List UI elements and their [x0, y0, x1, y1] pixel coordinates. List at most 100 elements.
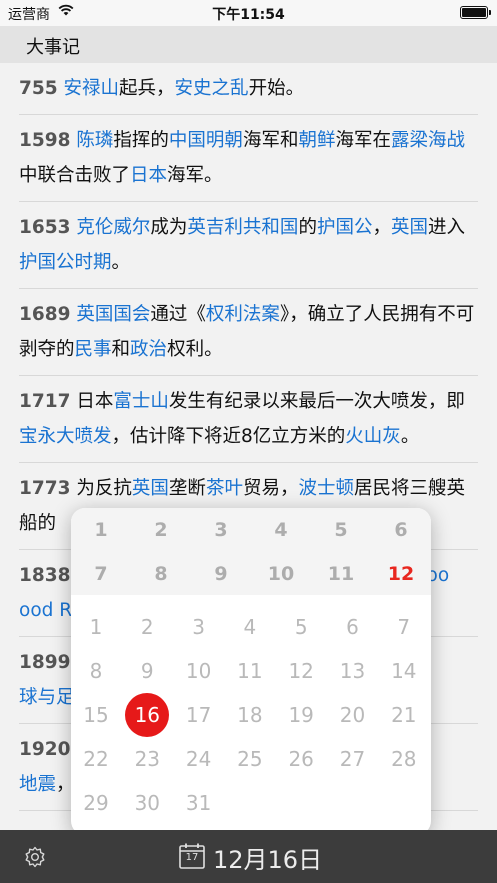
day-cell[interactable]: 21: [382, 693, 426, 737]
event-text: 发生有纪录以来最后一次大喷发，即: [168, 391, 465, 412]
day-cell[interactable]: 6: [331, 605, 375, 649]
calendar-icon[interactable]: 17: [178, 842, 206, 870]
event-year: 755: [19, 78, 58, 99]
event-link[interactable]: 民事: [75, 339, 112, 360]
month-cell[interactable]: 8: [131, 554, 191, 594]
month-cell[interactable]: 4: [251, 510, 311, 550]
event-link[interactable]: 护国公: [317, 217, 373, 238]
day-cell[interactable]: 28: [382, 737, 426, 781]
day-cell[interactable]: 5: [279, 605, 323, 649]
bottom-toolbar: 17 12月16日: [0, 830, 497, 883]
event-item[interactable]: 1653 克伦威尔成为英吉利共和国的护国公，英国进入护国公时期。: [19, 202, 478, 289]
event-item[interactable]: 755 安禄山起兵，安史之乱开始。: [19, 63, 478, 115]
event-item[interactable]: 1689 英国国会通过《权利法案》，确立了人民拥有不可剥夺的民事和政治权利。: [19, 289, 478, 376]
day-cell[interactable]: 25: [228, 737, 272, 781]
day-cell[interactable]: 12: [279, 649, 323, 693]
month-cell[interactable]: 1: [71, 510, 131, 550]
event-text: 起兵，: [119, 78, 175, 99]
event-link[interactable]: 地震: [19, 774, 56, 795]
event-link[interactable]: 英国: [391, 217, 428, 238]
day-cell[interactable]: 1: [74, 605, 118, 649]
event-year: 1920: [19, 739, 71, 760]
day-cell[interactable]: 18: [228, 693, 272, 737]
day-cell[interactable]: 7: [382, 605, 426, 649]
day-cell[interactable]: 13: [331, 649, 375, 693]
day-cell[interactable]: 10: [177, 649, 221, 693]
day-cell[interactable]: 11: [228, 649, 272, 693]
day-cell[interactable]: 16: [125, 693, 170, 737]
event-text: 海军和: [242, 130, 299, 151]
month-cell[interactable]: 7: [71, 554, 131, 594]
event-link[interactable]: 权利法案: [206, 304, 280, 325]
event-link[interactable]: 朝鲜: [298, 130, 335, 151]
event-year: 1773: [19, 478, 71, 499]
event-link[interactable]: 英国: [132, 478, 169, 499]
day-cell[interactable]: 20: [331, 693, 375, 737]
day-cell[interactable]: 15: [74, 693, 118, 737]
month-selector: 123456 7 8 9 10 11 12: [71, 508, 431, 595]
event-year: 1717: [19, 391, 71, 412]
event-text: 海军。: [167, 165, 223, 186]
event-link[interactable]: 茶叶: [206, 478, 243, 499]
day-cell[interactable]: 9: [125, 649, 169, 693]
event-text: ，估计降下将近8亿立方米的: [111, 426, 346, 447]
event-text: 垄断: [168, 478, 206, 499]
event-link[interactable]: 露梁海战: [391, 130, 465, 151]
event-text: 和: [111, 339, 131, 360]
day-cell[interactable]: 29: [74, 781, 118, 825]
event-link[interactable]: 英吉利共和国: [187, 217, 298, 238]
event-link[interactable]: 波士顿: [298, 478, 354, 499]
event-link[interactable]: 陈璘: [76, 130, 113, 151]
month-cell[interactable]: 10: [251, 554, 311, 594]
event-text: 为反抗: [76, 478, 132, 499]
event-link[interactable]: 富士山: [113, 391, 169, 412]
event-text: 通过《: [150, 304, 206, 325]
date-picker-popup: 123456 7 8 9 10 11 12 1 2 3 4 5 6 7 8 9 10 11 12 13 14 15 16…: [71, 508, 431, 845]
status-bar: 运营商 下午11:54: [0, 0, 497, 26]
month-cell[interactable]: 2: [131, 510, 191, 550]
calendar-icon-day: 17: [185, 852, 199, 863]
event-link[interactable]: 政治: [130, 339, 167, 360]
event-link[interactable]: 中国明朝: [169, 130, 243, 151]
day-cell[interactable]: 14: [382, 649, 426, 693]
day-cell[interactable]: 2: [125, 605, 169, 649]
month-cell[interactable]: 5: [311, 510, 371, 550]
month-cell[interactable]: 3: [191, 510, 251, 550]
event-text: 的: [298, 217, 317, 238]
event-year: 1838: [19, 565, 71, 586]
day-cell[interactable]: 17: [177, 693, 221, 737]
event-link[interactable]: 英国国会: [76, 304, 150, 325]
settings-gear-icon[interactable]: [24, 846, 46, 868]
month-cell[interactable]: 6: [371, 510, 431, 550]
day-cell[interactable]: 4: [228, 605, 272, 649]
day-cell[interactable]: 31: [177, 781, 221, 825]
event-link[interactable]: 火山灰: [345, 426, 401, 447]
month-cell[interactable]: 9: [191, 554, 251, 594]
day-cell[interactable]: 24: [177, 737, 221, 781]
month-cell[interactable]: 12: [371, 554, 431, 594]
day-cell[interactable]: 26: [279, 737, 323, 781]
event-text: 贸易，: [242, 478, 299, 499]
event-link[interactable]: 克伦威尔: [76, 217, 150, 238]
day-cell[interactable]: 23: [125, 737, 169, 781]
event-link[interactable]: 护国公时期: [19, 252, 112, 273]
current-date-label[interactable]: 12月16日: [213, 840, 322, 875]
event-link[interactable]: 宝永大喷发: [19, 426, 112, 447]
day-cell[interactable]: 8: [74, 649, 118, 693]
event-link[interactable]: 安禄山: [64, 78, 120, 99]
day-cell[interactable]: 27: [331, 737, 375, 781]
month-cell[interactable]: 11: [311, 554, 371, 594]
event-link[interactable]: 日本: [130, 165, 167, 186]
day-cell[interactable]: 22: [74, 737, 118, 781]
event-year: 1689: [19, 304, 71, 325]
event-text: 成为: [150, 217, 188, 238]
event-item[interactable]: 1717 日本富士山发生有纪录以来最后一次大喷发，即宝永大喷发，估计降下将近8亿…: [19, 376, 478, 463]
event-text: 。: [400, 426, 420, 447]
event-link[interactable]: 安史之乱: [175, 78, 249, 99]
event-item[interactable]: 1598 陈璘指挥的中国明朝海军和朝鲜海军在露梁海战中联合击败了日本海军。: [19, 115, 478, 202]
event-text: 指挥的: [113, 130, 169, 151]
battery-icon: [460, 6, 491, 19]
day-cell[interactable]: 3: [177, 605, 221, 649]
day-cell[interactable]: 19: [279, 693, 323, 737]
day-cell[interactable]: 30: [125, 781, 169, 825]
